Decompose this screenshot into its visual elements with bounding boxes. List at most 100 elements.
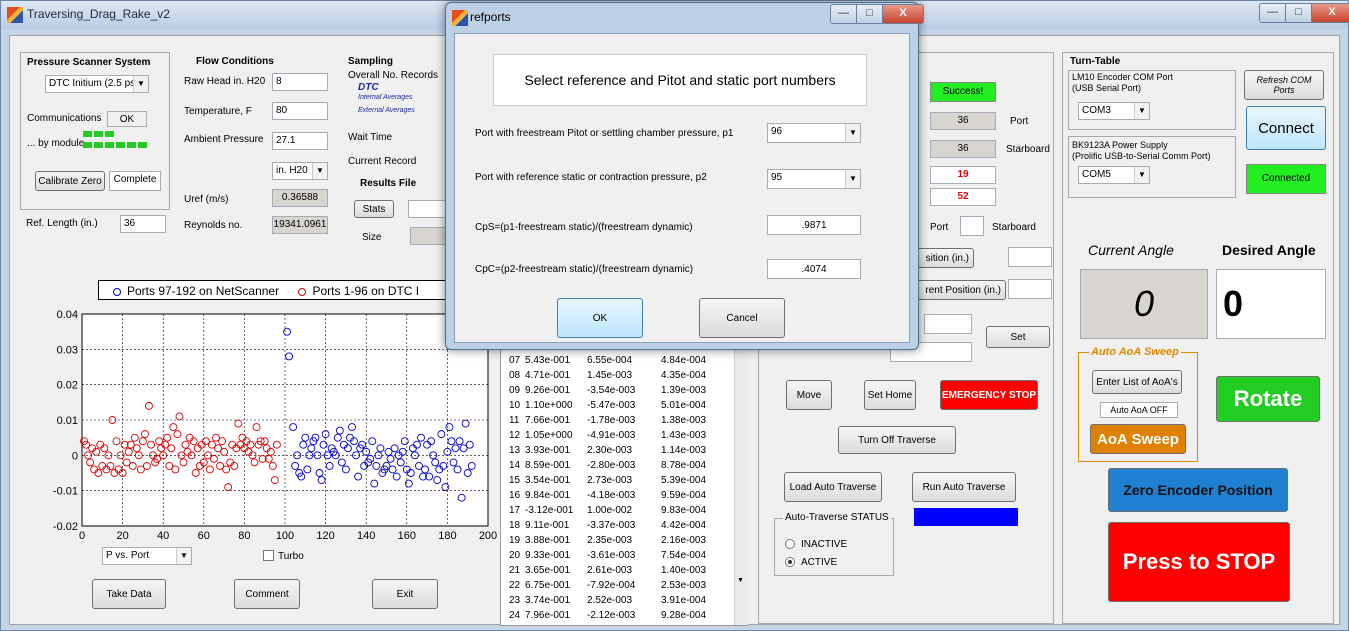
list-port-number: 08 xyxy=(509,370,521,381)
position-button[interactable]: sition (in.) xyxy=(912,248,974,268)
refresh-com-button[interactable]: Refresh COM Ports xyxy=(1244,70,1324,100)
ref-length-label: Ref. Length (in.) xyxy=(26,218,98,229)
temperature-input[interactable]: 80 xyxy=(272,102,328,120)
module-indicator xyxy=(83,131,92,137)
cpc-input[interactable]: .4074 xyxy=(767,259,861,279)
plot-mode-value: P vs. Port xyxy=(106,550,150,561)
cps-input[interactable]: .9871 xyxy=(767,215,861,235)
x-tick-label: 0 xyxy=(79,530,85,542)
list-cell: 9.83e-004 xyxy=(661,505,707,516)
port-value: 36 xyxy=(930,112,996,130)
stats-button[interactable]: Stats xyxy=(354,200,394,218)
list-cell: 1.45e-003 xyxy=(587,370,633,381)
ref-length-input[interactable]: 36 xyxy=(120,215,166,233)
take-data-button[interactable]: Take Data xyxy=(92,579,166,609)
move-button[interactable]: Move xyxy=(786,380,832,410)
emergency-stop-button[interactable]: EMERGENCY STOP xyxy=(940,380,1038,410)
close-button[interactable]: X xyxy=(1312,4,1349,22)
list-cell: 8.59e-001 xyxy=(525,460,571,471)
plot-legend: Ports 97-192 on NetScanner Ports 1-96 on… xyxy=(98,280,454,300)
list-cell: 6.75e-001 xyxy=(525,580,571,591)
enter-aoa-list-button[interactable]: Enter List of AoA's xyxy=(1092,370,1182,394)
minimize-button[interactable]: — xyxy=(831,5,857,23)
results-file-input[interactable] xyxy=(408,200,448,218)
maximize-button[interactable]: □ xyxy=(1286,4,1312,22)
power-supply-sub-label: (Prolific USB-to-Serial Comm Port) xyxy=(1072,151,1211,161)
list-cell: 2.30e-003 xyxy=(587,445,633,456)
listbox-scrollbar[interactable]: ▼ xyxy=(734,347,748,625)
encoder-com-select[interactable]: COM3 ▼ xyxy=(1078,102,1150,120)
position-input[interactable] xyxy=(1008,247,1052,267)
list-cell: 1.38e-003 xyxy=(661,415,707,426)
p2-value: 95 xyxy=(771,172,783,183)
active-radio[interactable] xyxy=(785,557,795,567)
turn-off-traverse-button[interactable]: Turn Off Traverse xyxy=(838,426,956,454)
list-cell: 2.35e-003 xyxy=(587,535,633,546)
encoder-label: LM10 Encoder COM Port xyxy=(1072,72,1174,82)
cancel-button[interactable]: Cancel xyxy=(699,298,785,338)
pressure-scatter-plot: 0 20 40 60 80 100 120 140 160 180 200 0.04 0.03 0.02 0… xyxy=(53,309,497,542)
power-com-value: COM5 xyxy=(1082,169,1111,180)
set-button[interactable]: Set xyxy=(986,326,1050,348)
comment-button[interactable]: Comment xyxy=(234,579,300,609)
exit-button[interactable]: Exit xyxy=(372,579,438,609)
module-indicator xyxy=(94,142,103,148)
module-indicator xyxy=(94,131,103,137)
maximize-button[interactable]: □ xyxy=(857,5,883,23)
current-position-button[interactable]: rent Position (in.) xyxy=(912,280,1006,300)
inactive-radio[interactable] xyxy=(785,539,795,549)
calibrate-zero-button[interactable]: Calibrate Zero xyxy=(35,171,105,191)
starboard-label-2: Starboard xyxy=(992,222,1036,233)
connect-button[interactable]: Connect xyxy=(1246,106,1326,150)
list-cell: 9.33e-001 xyxy=(525,550,571,561)
list-cell: 2.16e-003 xyxy=(661,535,707,546)
temperature-label: Temperature, F xyxy=(184,106,252,117)
internal-averages-label: Internal Averages xyxy=(358,94,413,101)
current-position-input[interactable] xyxy=(1008,279,1052,299)
list-cell: -1.78e-003 xyxy=(587,415,636,426)
records-label: Overall No. Records xyxy=(348,70,439,81)
plot-mode-select[interactable]: P vs. Port ▼ xyxy=(102,547,192,565)
set-home-button[interactable]: Set Home xyxy=(864,380,916,410)
zero-encoder-button[interactable]: Zero Encoder Position xyxy=(1108,468,1288,512)
press-to-stop-button[interactable]: Press to STOP xyxy=(1108,522,1290,602)
raw-head-input[interactable]: 8 xyxy=(272,73,328,91)
unit-select[interactable]: in. H20 ▼ xyxy=(272,162,328,180)
close-button[interactable]: X xyxy=(883,5,923,23)
auto-traverse-status-label: Auto-Traverse STATUS xyxy=(783,512,891,523)
list-cell: 9.59e-004 xyxy=(661,490,707,501)
ok-button[interactable]: OK xyxy=(557,298,643,338)
rotate-button[interactable]: Rotate xyxy=(1216,376,1320,422)
p1-value: 96 xyxy=(771,126,783,137)
p1-select[interactable]: 96 ▼ xyxy=(767,123,861,143)
aoa-sweep-button[interactable]: AoA Sweep xyxy=(1090,424,1186,454)
flow-heading: Flow Conditions xyxy=(196,56,274,67)
list-cell: 7.96e-001 xyxy=(525,610,571,621)
x-tick-label: 40 xyxy=(157,530,169,542)
list-cell: 1.05e+000 xyxy=(525,430,573,441)
data-listbox[interactable]: 061.04e+000-4.83e-0037.04e-005075.43e-00… xyxy=(500,340,748,626)
traverse-input-1[interactable] xyxy=(924,314,972,334)
port-input[interactable] xyxy=(960,216,984,236)
power-com-select[interactable]: COM5 ▼ xyxy=(1078,166,1150,184)
list-cell: 3.65e-001 xyxy=(525,565,571,576)
p2-select[interactable]: 95 ▼ xyxy=(767,169,861,189)
ambient-input[interactable]: 27.1 xyxy=(272,132,328,150)
sampling-heading: Sampling xyxy=(348,56,394,67)
scanner-select[interactable]: DTC Initium (2.5 ps... ▼ xyxy=(45,75,149,93)
minimize-button[interactable]: — xyxy=(1260,4,1286,22)
reynolds-label: Reynolds no. xyxy=(184,220,243,231)
power-supply-label: BK9123A Power Supply xyxy=(1072,140,1168,150)
run-auto-traverse-button[interactable]: Run Auto Traverse xyxy=(912,472,1016,502)
list-cell: 3.54e-001 xyxy=(525,475,571,486)
load-auto-traverse-button[interactable]: Load Auto Traverse xyxy=(784,472,882,502)
module-indicator xyxy=(105,131,114,137)
size-label: Size xyxy=(362,232,382,243)
auto-traverse-indicator xyxy=(914,508,1018,526)
list-cell: 5.39e-004 xyxy=(661,475,707,486)
scroll-down-arrow-icon[interactable]: ▼ xyxy=(737,577,744,584)
desired-angle-input[interactable]: 0 xyxy=(1216,269,1326,339)
list-cell: 9.84e-001 xyxy=(525,490,571,501)
turbo-checkbox[interactable] xyxy=(263,550,274,561)
starboard-label: Starboard xyxy=(1006,144,1050,155)
